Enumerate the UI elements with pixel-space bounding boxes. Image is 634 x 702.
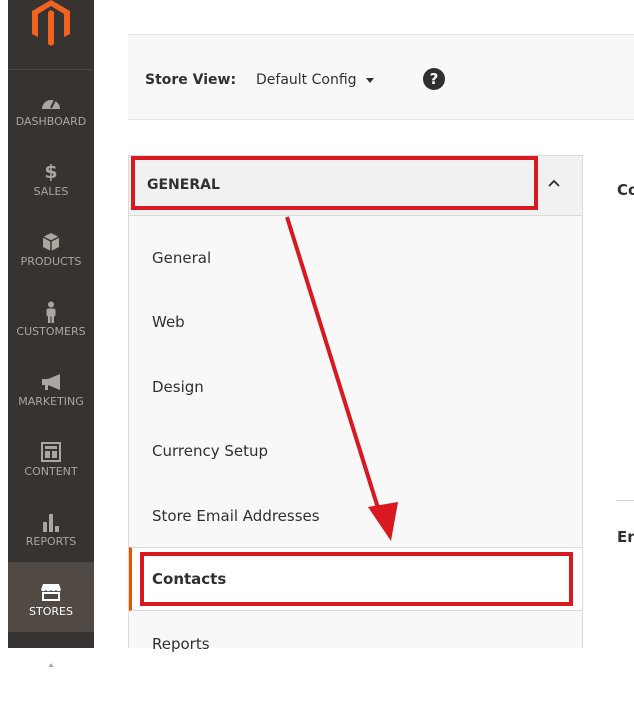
caret-down-icon	[365, 77, 374, 83]
tab-store-email-addresses[interactable]: Store Email Addresses	[129, 484, 582, 548]
nav-item-content[interactable]: CONTENT	[8, 422, 94, 492]
person-icon	[45, 301, 57, 323]
store-view-bar: Store View: Default Config ?	[128, 34, 634, 120]
section-title: GENERAL	[147, 177, 220, 193]
store-icon	[40, 582, 62, 602]
tab-label-store-email-addresses: Store Email Addresses	[152, 507, 320, 525]
tab-web[interactable]: Web	[129, 290, 582, 354]
nav-label-reports: REPORTS	[25, 535, 77, 548]
chevron-up-icon[interactable]	[547, 178, 561, 188]
tab-currency-setup[interactable]: Currency Setup	[129, 419, 582, 483]
nav-label-sales: SALES	[33, 185, 69, 198]
dollar-icon: $	[44, 161, 58, 183]
nav-item-sales[interactable]: $ SALES	[8, 142, 94, 212]
dashboard-icon	[40, 92, 62, 112]
nav-label-dashboard: DASHBOARD	[15, 115, 87, 128]
nav-item-dashboard[interactable]: DASHBOARD	[8, 72, 94, 142]
nav-label-marketing: MARKETING	[18, 395, 84, 408]
tab-general[interactable]: General	[129, 226, 582, 290]
section-header-general[interactable]: GENERAL	[129, 156, 582, 216]
nav-item-stores[interactable]: STORES	[8, 562, 94, 632]
content-section-title-bottom: En	[617, 528, 634, 546]
nav-item-customers[interactable]: CUSTOMERS	[8, 282, 94, 352]
tab-label-currency-setup: Currency Setup	[152, 442, 269, 460]
store-view-label: Store View:	[145, 72, 237, 88]
tab-label-design: Design	[152, 378, 204, 396]
more-icon	[44, 652, 58, 672]
tab-reports[interactable]: Reports	[129, 612, 582, 676]
cube-icon	[42, 232, 60, 252]
tab-label-contacts: Contacts	[152, 570, 227, 588]
bar-chart-icon	[41, 512, 61, 532]
magento-logo-icon	[32, 0, 70, 46]
nav-item-marketing[interactable]: MARKETING	[8, 352, 94, 422]
nav-label-customers: CUSTOMERS	[16, 325, 86, 338]
tab-design[interactable]: Design	[129, 355, 582, 419]
tab-label-web: Web	[152, 313, 185, 331]
config-tabs-panel: GENERAL General Web Design Currency Setu…	[128, 155, 583, 653]
nav-label-products: PRODUCTS	[20, 255, 82, 268]
admin-sidebar: DASHBOARD $ SALES PRODUCTS CUSTOMERS MAR…	[8, 0, 94, 667]
tab-contacts[interactable]: Contacts	[129, 547, 582, 611]
nav-item-more[interactable]	[8, 632, 94, 702]
nav-item-reports[interactable]: REPORTS	[8, 492, 94, 562]
tab-label-general: General	[152, 249, 212, 267]
nav-label-stores: STORES	[29, 605, 73, 618]
nav-label-content: CONTENT	[24, 465, 78, 478]
help-icon[interactable]: ?	[423, 68, 445, 90]
content-section-title-top: Co	[617, 181, 634, 199]
nav-item-products[interactable]: PRODUCTS	[8, 212, 94, 282]
tab-label-reports: Reports	[152, 635, 210, 653]
store-view-selected: Default Config	[256, 72, 357, 88]
megaphone-icon	[40, 372, 62, 392]
content-divider	[616, 500, 634, 501]
magento-logo[interactable]	[8, 0, 94, 70]
store-view-dropdown[interactable]: Default Config	[256, 72, 374, 88]
layout-icon	[41, 442, 61, 462]
